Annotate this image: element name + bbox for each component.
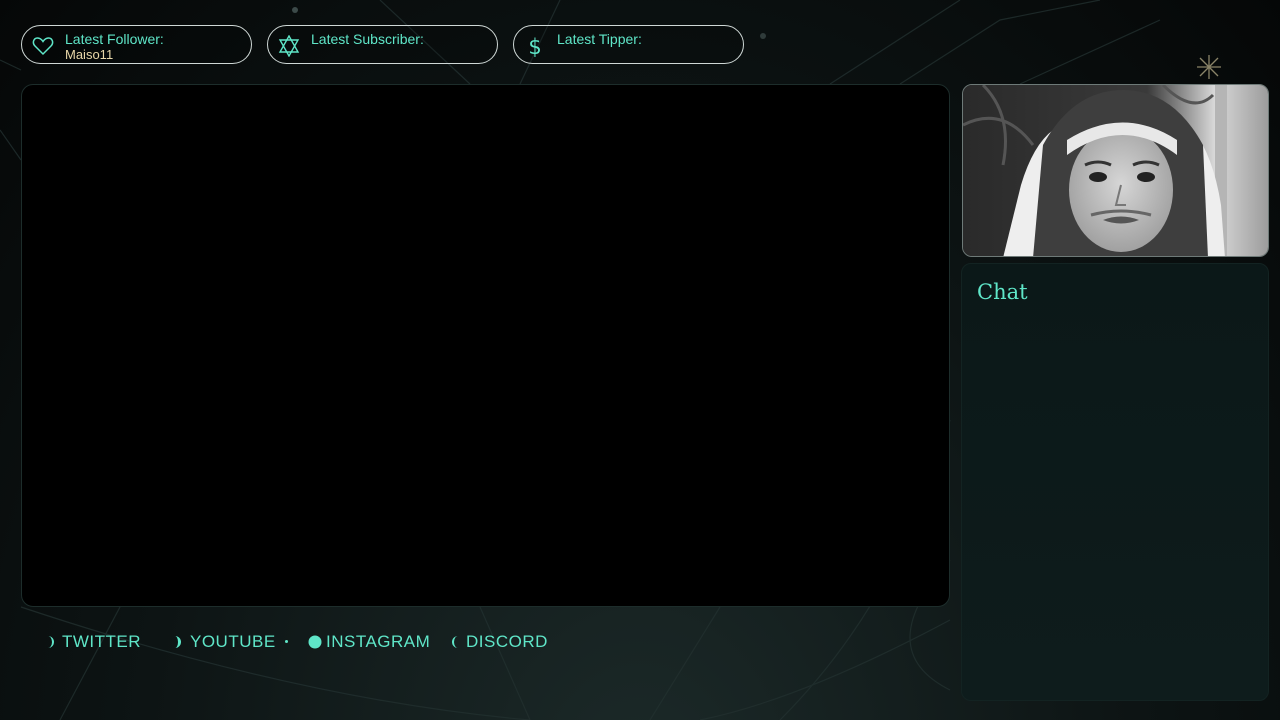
game-capture-area (21, 84, 950, 607)
social-discord-label: DISCORD (466, 632, 548, 651)
webcam-feed (962, 84, 1269, 257)
separator-dot (285, 640, 288, 643)
latest-tipper-label: Latest Tipper: (557, 31, 642, 47)
social-youtube-label: YOUTUBE (190, 632, 276, 651)
star-of-david-icon (278, 35, 300, 57)
social-twitter-label: TWITTER (62, 632, 142, 651)
sparkle-icon (1197, 55, 1221, 79)
latest-subscriber-label: Latest Subscriber: (311, 31, 424, 47)
social-instagram-link[interactable]: INSTAGRAM (308, 631, 430, 653)
latest-subscriber-alert: Latest Subscriber: (267, 25, 498, 64)
svg-text:$: $ (528, 35, 541, 57)
latest-follower-alert: Latest Follower: Maiso11 (21, 25, 252, 64)
crescent-moon-icon (175, 636, 181, 648)
chat-title: Chat (977, 280, 1028, 304)
social-instagram-label: INSTAGRAM (326, 632, 431, 651)
latest-follower-value: Maiso11 (65, 47, 114, 62)
crescent-moon-icon (452, 636, 458, 648)
dollar-icon: $ (528, 35, 541, 57)
social-twitter-link[interactable]: TWITTER (44, 631, 141, 653)
latest-tipper-alert: $ Latest Tipper: (513, 25, 744, 64)
social-discord-link[interactable]: DISCORD (448, 631, 548, 653)
social-youtube-link[interactable]: YOUTUBE (172, 631, 276, 653)
webcam-person-image (963, 85, 1268, 256)
chat-panel: Chat (961, 263, 1269, 701)
crescent-moon-icon (48, 636, 54, 648)
heart-icon (32, 37, 54, 56)
latest-follower-label: Latest Follower: (65, 31, 164, 47)
full-moon-icon (308, 635, 322, 649)
